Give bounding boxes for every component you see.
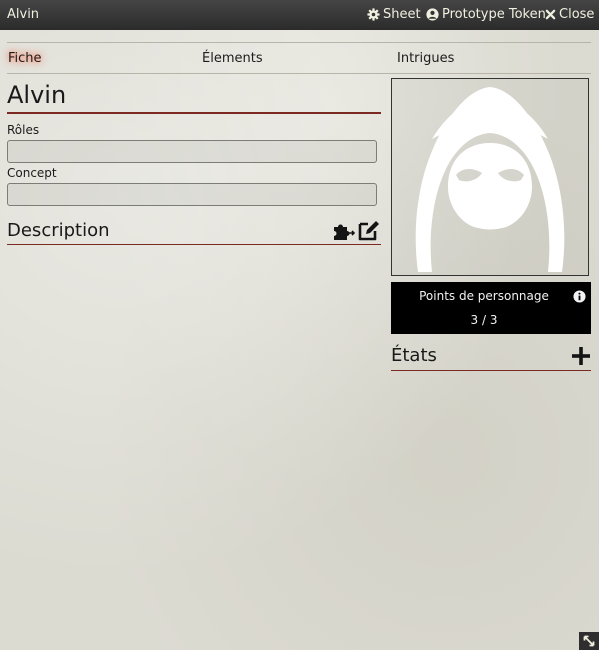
- tabs-divider-bottom: [7, 73, 591, 74]
- character-points-box: Points de personnage 3 / 3: [391, 282, 591, 334]
- tab-elements[interactable]: Élements: [202, 51, 263, 66]
- close-icon: [545, 9, 556, 20]
- concept-input[interactable]: [7, 183, 377, 206]
- plus-icon[interactable]: [571, 346, 591, 370]
- info-icon[interactable]: [573, 288, 586, 307]
- tab-fiche[interactable]: Fiche: [8, 51, 42, 66]
- points-value[interactable]: 3 / 3: [391, 313, 577, 327]
- window-title-bar[interactable]: Alvin Sheet Prototype Token Close: [0, 0, 599, 30]
- character-name[interactable]: Alvin: [7, 81, 66, 109]
- concept-label: Concept: [7, 166, 57, 180]
- window-title: Alvin: [7, 7, 40, 22]
- description-underline: [7, 244, 381, 245]
- prototype-token-label: Prototype Token: [442, 7, 546, 22]
- user-circle-icon: [426, 8, 439, 21]
- roles-input[interactable]: [7, 140, 377, 163]
- points-label: Points de personnage: [419, 289, 549, 303]
- close-label: Close: [559, 7, 595, 22]
- puzzle-icon[interactable]: [333, 219, 356, 245]
- edit-icon[interactable]: [357, 219, 381, 245]
- tabs-divider-top: [7, 42, 591, 43]
- sheet-label: Sheet: [383, 7, 421, 22]
- window-resize-handle[interactable]: [579, 632, 599, 650]
- states-underline: [391, 370, 591, 371]
- character-portrait[interactable]: [391, 78, 589, 276]
- character-sheet-window: Alvin Sheet Prototype Token Close Fiche …: [0, 0, 599, 650]
- roles-label: Rôles: [7, 123, 40, 137]
- close-button[interactable]: Close: [545, 7, 594, 22]
- expand-icon: [583, 632, 595, 650]
- states-title: États: [391, 345, 437, 366]
- name-underline: [7, 112, 381, 114]
- description-title: Description: [7, 220, 110, 241]
- prototype-token-button[interactable]: Prototype Token: [426, 7, 546, 22]
- tab-intrigues[interactable]: Intrigues: [397, 51, 454, 66]
- gear-icon: [367, 8, 380, 21]
- hooded-figure-icon: [392, 87, 588, 279]
- sheet-button[interactable]: Sheet: [367, 7, 421, 22]
